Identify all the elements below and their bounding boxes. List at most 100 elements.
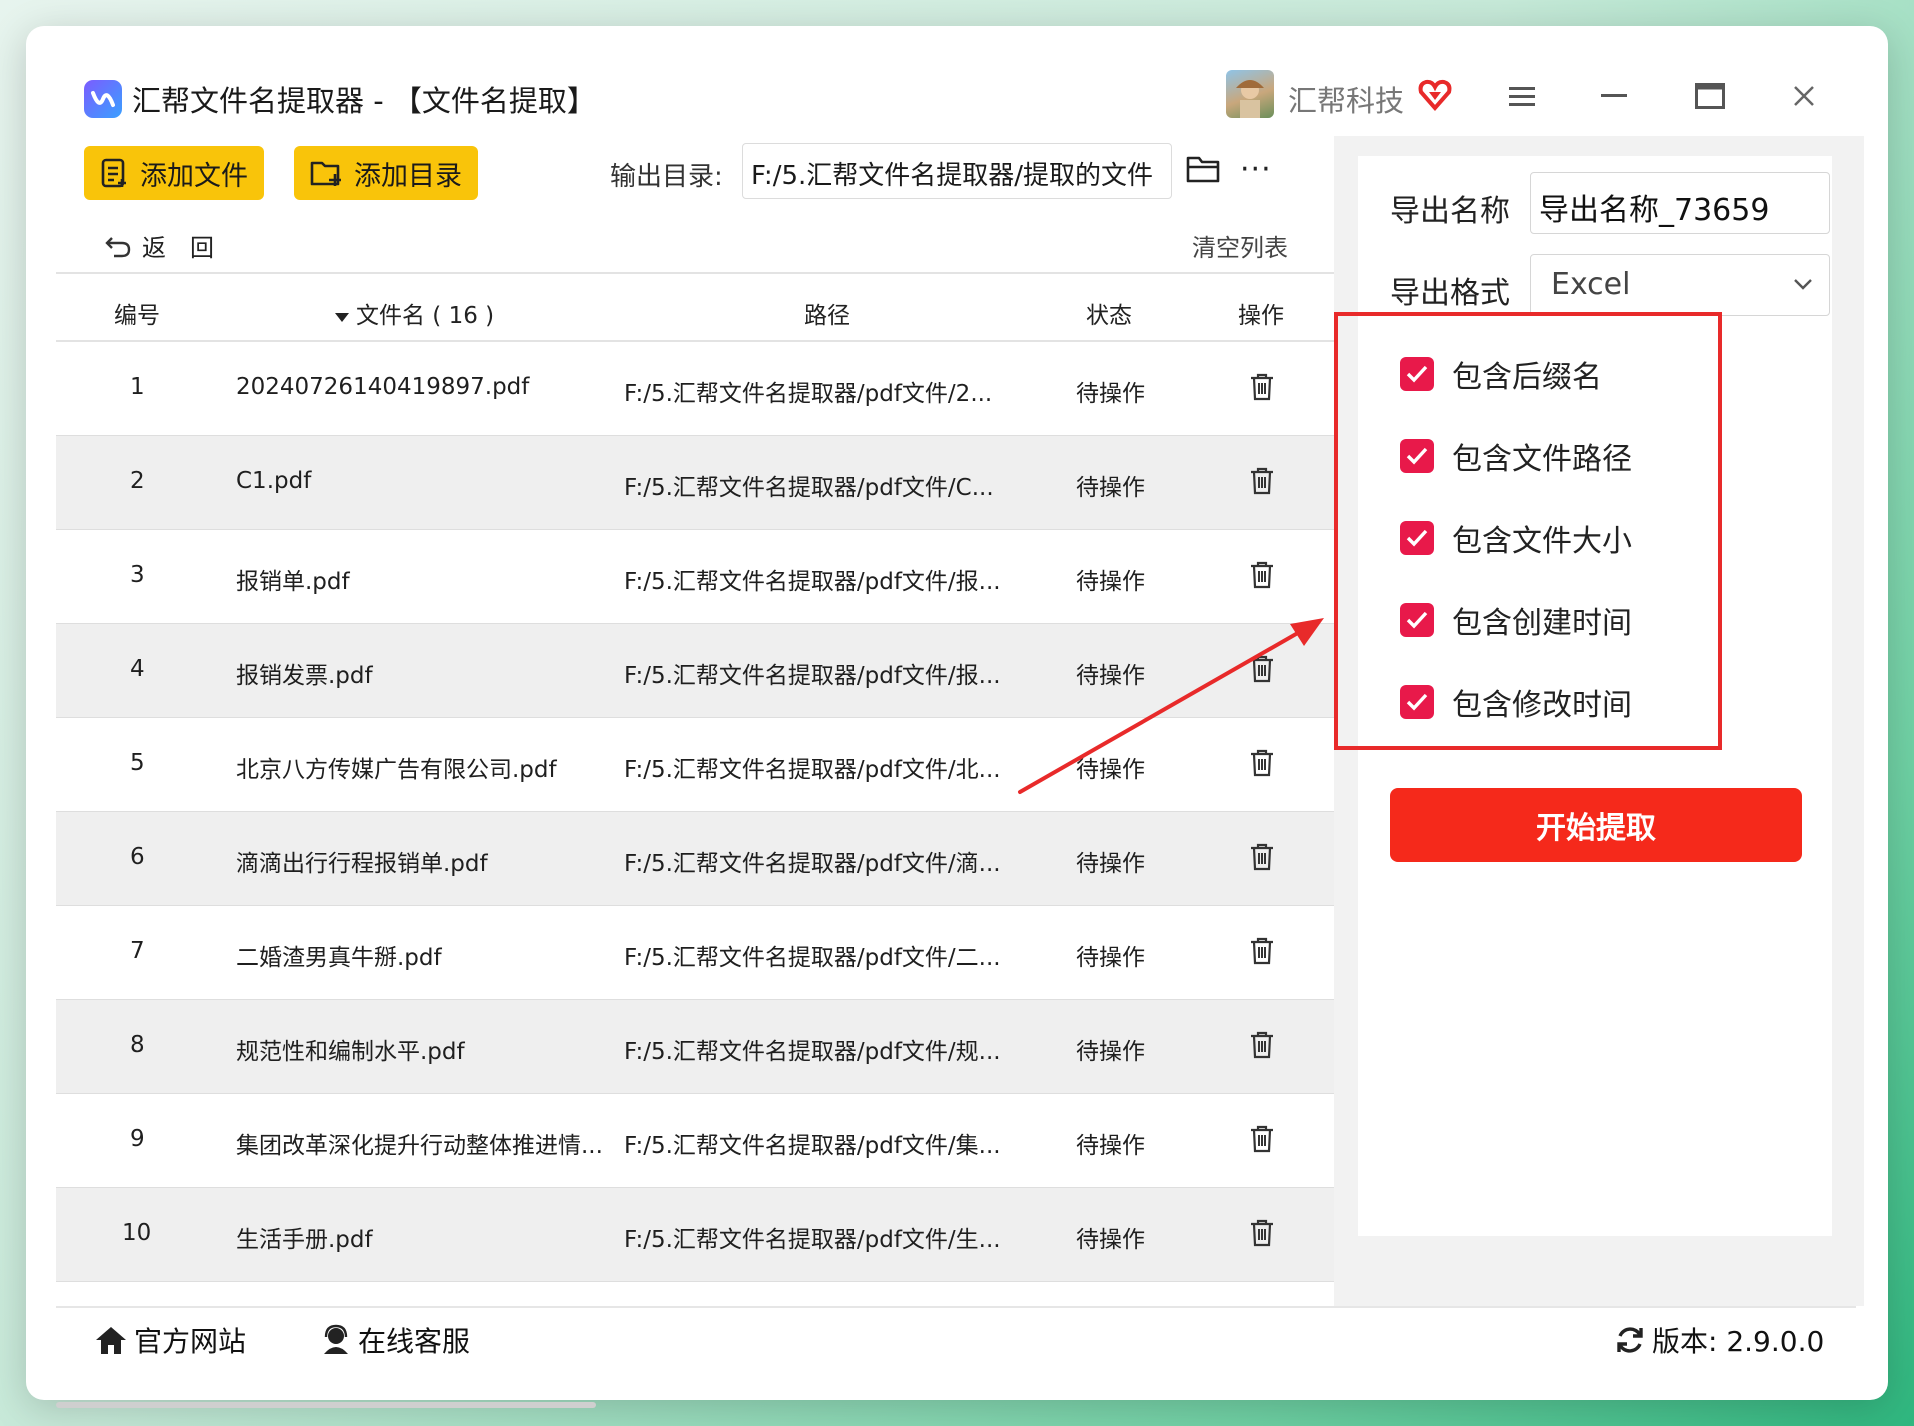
- row-path: F:/5.汇帮文件名提取器/pdf文件/2...: [624, 381, 993, 407]
- row-index: 10: [122, 1220, 152, 1246]
- table-row[interactable]: 3 报销单.pdf F:/5.汇帮文件名提取器/pdf文件/报... 待操作: [56, 530, 1334, 624]
- export-format-label: 导出格式: [1390, 276, 1510, 311]
- option-include-path[interactable]: 包含文件路径: [1400, 434, 1632, 478]
- trash-icon[interactable]: [1248, 1124, 1276, 1158]
- check-icon: [1406, 365, 1428, 383]
- option-include-created[interactable]: 包含创建时间: [1400, 598, 1632, 642]
- app-logo-icon: [84, 80, 122, 118]
- header-path: 路径: [804, 303, 850, 329]
- trash-icon[interactable]: [1248, 936, 1276, 970]
- table-row[interactable]: 1 20240726140419897.pdf F:/5.汇帮文件名提取器/pd…: [56, 342, 1334, 436]
- sort-down-icon: [335, 313, 349, 322]
- trash-icon[interactable]: [1248, 560, 1276, 594]
- trash-icon[interactable]: [1248, 842, 1276, 876]
- row-index: 2: [130, 468, 145, 494]
- clear-list-button[interactable]: 清空列表: [1192, 228, 1288, 263]
- official-website-link[interactable]: 官方网站: [94, 1320, 246, 1360]
- add-file-button[interactable]: 添加文件: [84, 146, 264, 200]
- folder-icon[interactable]: [1186, 154, 1222, 188]
- row-index: 1: [130, 374, 145, 400]
- table-header: 编号 文件名 ( 16 ) 路径 状态 操作: [56, 272, 1334, 342]
- menu-icon[interactable]: [1502, 76, 1542, 116]
- back-icon: [105, 236, 131, 257]
- more-icon[interactable]: ···: [1240, 152, 1272, 187]
- version-info[interactable]: 版本: 2.9.0.0: [1614, 1320, 1824, 1360]
- add-file-icon: [101, 158, 126, 188]
- row-index: 9: [130, 1126, 145, 1152]
- row-path: F:/5.汇帮文件名提取器/pdf文件/生...: [624, 1227, 1001, 1253]
- row-filename: 生活手册.pdf: [236, 1227, 373, 1253]
- home-icon: [96, 1327, 126, 1354]
- vip-heart-icon[interactable]: [1418, 78, 1452, 116]
- table-row[interactable]: 8 规范性和编制水平.pdf F:/5.汇帮文件名提取器/pdf文件/规... …: [56, 1000, 1334, 1094]
- chevron-down-icon: [1794, 279, 1812, 290]
- export-name-label: 导出名称: [1390, 194, 1510, 229]
- table-row[interactable]: 10 生活手册.pdf F:/5.汇帮文件名提取器/pdf文件/生... 待操作: [56, 1188, 1334, 1282]
- option-include-extension[interactable]: 包含后缀名: [1400, 352, 1602, 396]
- checkbox[interactable]: [1400, 603, 1434, 637]
- table-row[interactable]: 6 滴滴出行行程报销单.pdf F:/5.汇帮文件名提取器/pdf文件/滴...…: [56, 812, 1334, 906]
- row-index: 5: [130, 750, 145, 776]
- option-include-size[interactable]: 包含文件大小: [1400, 516, 1632, 560]
- check-icon: [1406, 693, 1428, 711]
- trash-icon[interactable]: [1248, 1218, 1276, 1252]
- website-label: 官方网站: [134, 1325, 247, 1358]
- row-path: F:/5.汇帮文件名提取器/pdf文件/集...: [624, 1133, 1001, 1159]
- add-folder-icon: [310, 161, 341, 186]
- trash-icon[interactable]: [1248, 748, 1276, 782]
- row-path: F:/5.汇帮文件名提取器/pdf文件/北...: [624, 757, 1001, 783]
- option-label: 包含创建时间: [1452, 606, 1632, 641]
- row-status: 待操作: [1076, 1227, 1145, 1253]
- row-path: F:/5.汇帮文件名提取器/pdf文件/C...: [624, 475, 994, 501]
- row-path: F:/5.汇帮文件名提取器/pdf文件/二...: [624, 945, 1001, 971]
- trash-icon[interactable]: [1248, 372, 1276, 406]
- header-index: 编号: [114, 303, 160, 329]
- minimize-icon[interactable]: [1594, 76, 1634, 116]
- trash-icon[interactable]: [1248, 654, 1276, 688]
- row-index: 4: [130, 656, 145, 682]
- header-filename[interactable]: 文件名 ( 16 ): [334, 296, 494, 330]
- trash-icon[interactable]: [1248, 1030, 1276, 1064]
- row-filename: C1.pdf: [236, 468, 312, 494]
- option-include-modified[interactable]: 包含修改时间: [1400, 680, 1632, 724]
- row-filename: 二婚渣男真牛掰.pdf: [236, 945, 442, 971]
- row-status: 待操作: [1076, 475, 1145, 501]
- option-label: 包含文件路径: [1452, 442, 1632, 477]
- check-icon: [1406, 611, 1428, 629]
- output-dir-field[interactable]: F:/5.汇帮文件名提取器/提取的文件: [742, 143, 1172, 199]
- header-filename-label: 文件名 ( 16 ): [356, 303, 495, 329]
- online-support-link[interactable]: 在线客服: [320, 1320, 470, 1360]
- row-index: 7: [130, 938, 145, 964]
- user-name[interactable]: 汇帮科技: [1288, 78, 1404, 120]
- table-row[interactable]: 4 报销发票.pdf F:/5.汇帮文件名提取器/pdf文件/报... 待操作: [56, 624, 1334, 718]
- header-action: 操作: [1238, 303, 1284, 329]
- table-row[interactable]: 2 C1.pdf F:/5.汇帮文件名提取器/pdf文件/C... 待操作: [56, 436, 1334, 530]
- table-row[interactable]: 7 二婚渣男真牛掰.pdf F:/5.汇帮文件名提取器/pdf文件/二... 待…: [56, 906, 1334, 1000]
- table-row[interactable]: 5 北京八方传媒广告有限公司.pdf F:/5.汇帮文件名提取器/pdf文件/北…: [56, 718, 1334, 812]
- add-directory-button[interactable]: 添加目录: [294, 146, 478, 200]
- row-status: 待操作: [1076, 851, 1145, 877]
- trash-icon[interactable]: [1248, 466, 1276, 500]
- checkbox[interactable]: [1400, 521, 1434, 555]
- row-status: 待操作: [1076, 1039, 1145, 1065]
- checkbox[interactable]: [1400, 357, 1434, 391]
- refresh-icon: [1617, 1327, 1643, 1353]
- option-label: 包含修改时间: [1452, 688, 1632, 723]
- export-name-field[interactable]: 导出名称_73659: [1530, 172, 1830, 234]
- start-extract-button[interactable]: 开始提取: [1390, 788, 1802, 862]
- avatar[interactable]: [1226, 70, 1274, 118]
- checkbox[interactable]: [1400, 439, 1434, 473]
- checkbox[interactable]: [1400, 685, 1434, 719]
- output-dir-label: 输出目录:: [610, 162, 723, 192]
- export-format-select[interactable]: Excel: [1530, 254, 1830, 316]
- row-filename: 20240726140419897.pdf: [236, 374, 530, 400]
- row-filename: 北京八方传媒广告有限公司.pdf: [236, 757, 557, 783]
- horizontal-scrollbar[interactable]: [56, 1402, 596, 1408]
- table-row[interactable]: 9 集团改革深化提升行动整体推进情... F:/5.汇帮文件名提取器/pdf文件…: [56, 1094, 1334, 1188]
- row-path: F:/5.汇帮文件名提取器/pdf文件/滴...: [624, 851, 1001, 877]
- maximize-icon[interactable]: [1690, 76, 1730, 116]
- option-label: 包含文件大小: [1452, 524, 1632, 559]
- back-button[interactable]: 返 回: [104, 228, 214, 263]
- version-label: 版本: 2.9.0.0: [1652, 1325, 1825, 1358]
- close-icon[interactable]: [1784, 76, 1824, 116]
